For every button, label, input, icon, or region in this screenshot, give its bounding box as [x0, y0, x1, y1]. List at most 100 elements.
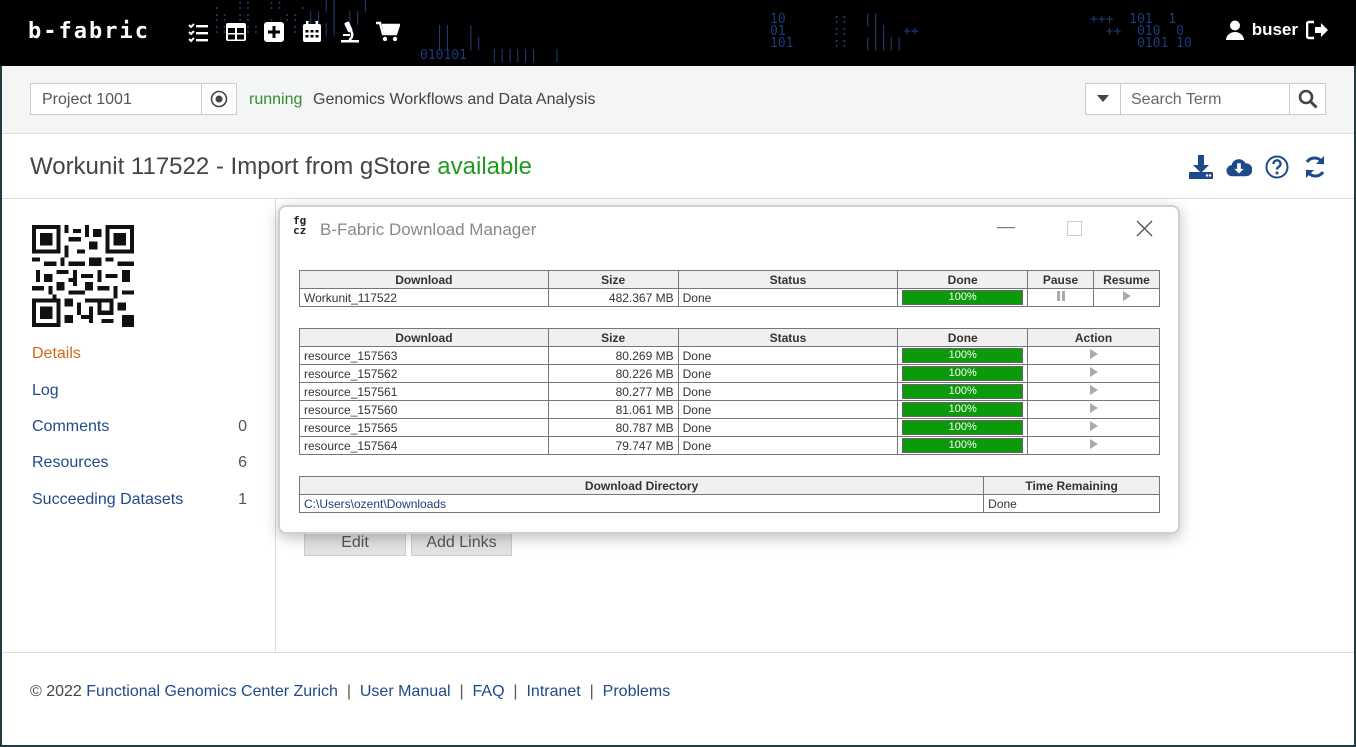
progress-cell: 100%: [897, 288, 1029, 307]
user-menu[interactable]: buser: [1225, 20, 1328, 40]
time-remaining: Done: [983, 494, 1160, 513]
table-row: resource_157565 80.787 MB Done 100%: [299, 418, 1160, 437]
column-header: Download: [299, 328, 549, 347]
help-icon[interactable]: [1264, 154, 1290, 180]
download-size: 482.367 MB: [547, 288, 679, 307]
background-pattern-4: +++ 101 1 ++ 010 0 0101 10: [1090, 12, 1192, 51]
download-size: 81.061 MB: [547, 400, 679, 419]
footer-link-faq[interactable]: FAQ: [473, 683, 505, 701]
table-row: resource_157563 80.269 MB Done 100%: [299, 346, 1160, 365]
caret-down-icon: [1097, 95, 1109, 102]
close-icon: [1136, 220, 1152, 236]
add-square-icon[interactable]: [262, 20, 286, 44]
username[interactable]: buser: [1252, 20, 1298, 40]
qr-code: [32, 225, 134, 327]
sidebar-item-comments[interactable]: Comments 0: [32, 418, 247, 436]
table-row: Workunit_117522 482.367 MB Done 100%: [299, 288, 1160, 307]
download-name: resource_157560: [299, 400, 549, 419]
top-navbar: . :: :: . || | :: :: . :: || | || :: :: …: [0, 0, 1356, 66]
maximize-button[interactable]: [1059, 216, 1089, 240]
sidebar-item-label[interactable]: Resources: [32, 454, 108, 472]
refresh-icon[interactable]: [1302, 154, 1328, 180]
download-size: 79.747 MB: [547, 436, 679, 455]
project-status: running: [249, 91, 303, 108]
download-size: 80.787 MB: [547, 418, 679, 437]
footer-separator: |: [338, 683, 360, 701]
maximize-icon: [1066, 220, 1082, 236]
minimize-icon: [997, 227, 1015, 229]
progress-cell: 100%: [897, 436, 1029, 455]
download-name: resource_157564: [299, 436, 549, 455]
progress-bar: 100%: [902, 366, 1024, 381]
table-row: C:\Users\ozent\Downloads Done: [298, 494, 1160, 513]
download-name: Workunit_117522: [299, 288, 549, 307]
project-input[interactable]: Project 1001: [30, 83, 202, 115]
action-button[interactable]: [1027, 436, 1160, 455]
column-header: Download: [299, 270, 549, 289]
pause-button[interactable]: [1027, 288, 1094, 307]
pause-icon: [1056, 291, 1065, 301]
column-header: Download Directory: [298, 476, 985, 495]
action-button[interactable]: [1027, 400, 1160, 419]
resume-button[interactable]: [1093, 288, 1160, 307]
download-status: Done: [677, 346, 899, 365]
workunit-download-table: Download Size Status Done Pause Resume W…: [299, 270, 1160, 307]
project-name: Genomics Workflows and Data Analysis: [313, 91, 596, 108]
microscope-icon[interactable]: [338, 20, 362, 44]
minimize-button[interactable]: [991, 216, 1021, 240]
target-icon: [210, 90, 228, 108]
footer-separator: |: [581, 683, 603, 701]
column-header: Size: [547, 328, 679, 347]
sidebar-item-label[interactable]: Details: [32, 345, 81, 363]
download-status: Done: [677, 418, 899, 437]
page-title-text: Workunit 117522 - Import from gStore: [30, 153, 431, 180]
calendar-icon[interactable]: [300, 20, 324, 44]
sidebar-item-label[interactable]: Comments: [32, 418, 109, 436]
sidebar-item-label[interactable]: Succeeding Datasets: [32, 491, 183, 509]
download-icon[interactable]: [1188, 154, 1214, 180]
column-header: Done: [897, 270, 1029, 289]
action-button[interactable]: [1027, 418, 1160, 437]
footer-link-user-manual[interactable]: User Manual: [360, 683, 451, 701]
table-row: resource_157564 79.747 MB Done 100%: [299, 436, 1160, 455]
download-size: 80.269 MB: [547, 346, 679, 365]
background-pattern-2: || | || || 010101 |||||| |: [420, 24, 561, 63]
search-input[interactable]: Search Term: [1120, 83, 1290, 115]
table-grid-icon[interactable]: [224, 20, 248, 44]
sidebar-item-label[interactable]: Log: [32, 382, 59, 400]
action-button[interactable]: [1027, 346, 1160, 365]
sidebar-item-resources[interactable]: Resources 6: [32, 454, 247, 472]
play-icon: [1122, 291, 1131, 301]
fgcz-logo: fg cz: [293, 214, 307, 237]
search-scope-dropdown[interactable]: [1085, 83, 1121, 115]
column-header: Size: [547, 270, 679, 289]
search-button[interactable]: [1289, 83, 1326, 115]
footer-link-intranet[interactable]: Intranet: [526, 683, 580, 701]
fgcz-logo-text: fg cz: [293, 214, 307, 237]
download-directory-path[interactable]: C:\Users\ozent\Downloads: [298, 494, 985, 513]
sidebar-item-details[interactable]: Details: [32, 345, 247, 363]
sidebar-item-log[interactable]: Log: [32, 382, 247, 400]
copyright: © 2022: [30, 683, 87, 700]
sidebar-item-succeeding-datasets[interactable]: Succeeding Datasets 1: [32, 491, 247, 509]
footer-link-problems[interactable]: Problems: [603, 683, 671, 701]
progress-bar: 100%: [902, 420, 1024, 435]
close-button[interactable]: [1129, 216, 1159, 240]
progress-cell: 100%: [897, 382, 1029, 401]
b-fabric-logo[interactable]: b-fabric: [28, 19, 150, 44]
cloud-download-icon[interactable]: [1226, 154, 1252, 180]
footer-link-fgcz[interactable]: Functional Genomics Center Zurich: [86, 683, 338, 701]
progress-bar: 100%: [902, 290, 1024, 305]
logout-icon[interactable]: [1306, 20, 1328, 40]
footer-separator-glyph: |: [589, 683, 594, 700]
progress-bar: 100%: [902, 384, 1024, 399]
action-button[interactable]: [1027, 382, 1160, 401]
action-button[interactable]: [1027, 364, 1160, 383]
page-title: Workunit 117522 - Import from gStore ava…: [30, 153, 532, 181]
table-row: resource_157560 81.061 MB Done 100%: [299, 400, 1160, 419]
cart-icon[interactable]: [376, 20, 400, 44]
task-list-icon[interactable]: [186, 20, 210, 44]
download-status: Done: [677, 382, 899, 401]
project-select-button[interactable]: [201, 83, 237, 115]
download-status: Done: [677, 436, 899, 455]
